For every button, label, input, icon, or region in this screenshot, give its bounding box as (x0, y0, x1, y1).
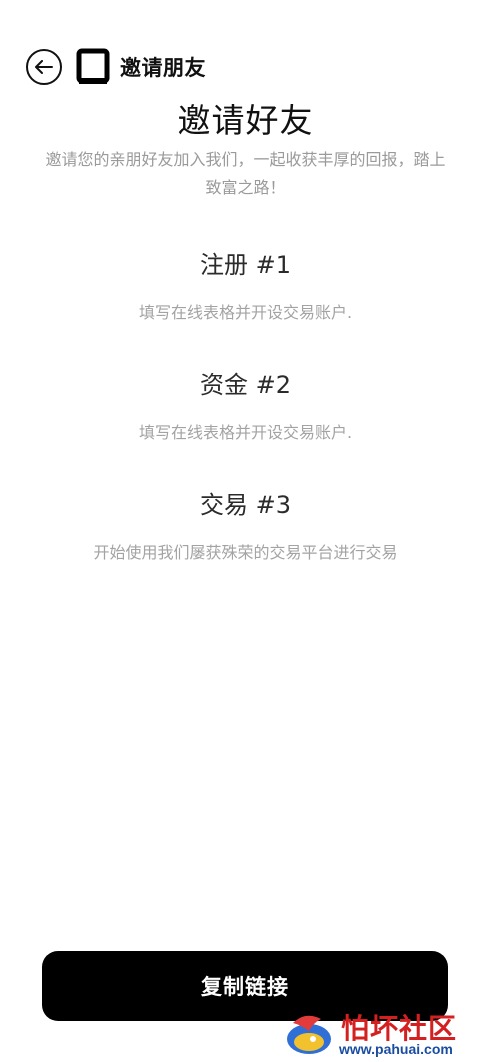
step-fund: 资金 #2 填写在线表格并开设交易账户. (0, 370, 491, 444)
top-bar: 邀请朋友 (26, 47, 206, 87)
step-title: 资金 #2 (199, 371, 291, 399)
arrow-left-icon (35, 60, 53, 74)
app-logo-icon (76, 48, 110, 86)
step-description: 填写在线表格并开设交易账户. (138, 423, 353, 442)
watermark-url: www.pahuai.com (339, 1041, 453, 1057)
back-button[interactable] (26, 49, 62, 85)
step-description: 填写在线表格并开设交易账户. (138, 303, 353, 322)
header-title: 邀请朋友 (120, 56, 206, 80)
page-title: 邀请好友 (177, 101, 314, 140)
watermark-emblem-icon (287, 1015, 331, 1054)
watermark-logo: 怕坏社区 www.pahuai.com (283, 1005, 483, 1062)
step-trade: 交易 #3 开始使用我们屡获殊荣的交易平台进行交易 (0, 490, 491, 564)
step-title: 交易 #3 (199, 491, 291, 519)
step-register: 注册 #1 填写在线表格并开设交易账户. (0, 250, 491, 324)
step-description: 开始使用我们屡获殊荣的交易平台进行交易 (93, 543, 398, 562)
page-subtitle: 邀请您的亲朋好友加入我们，一起收获丰厚的回报，踏上致富之路！ (45, 150, 446, 197)
step-title: 注册 #1 (199, 251, 291, 279)
